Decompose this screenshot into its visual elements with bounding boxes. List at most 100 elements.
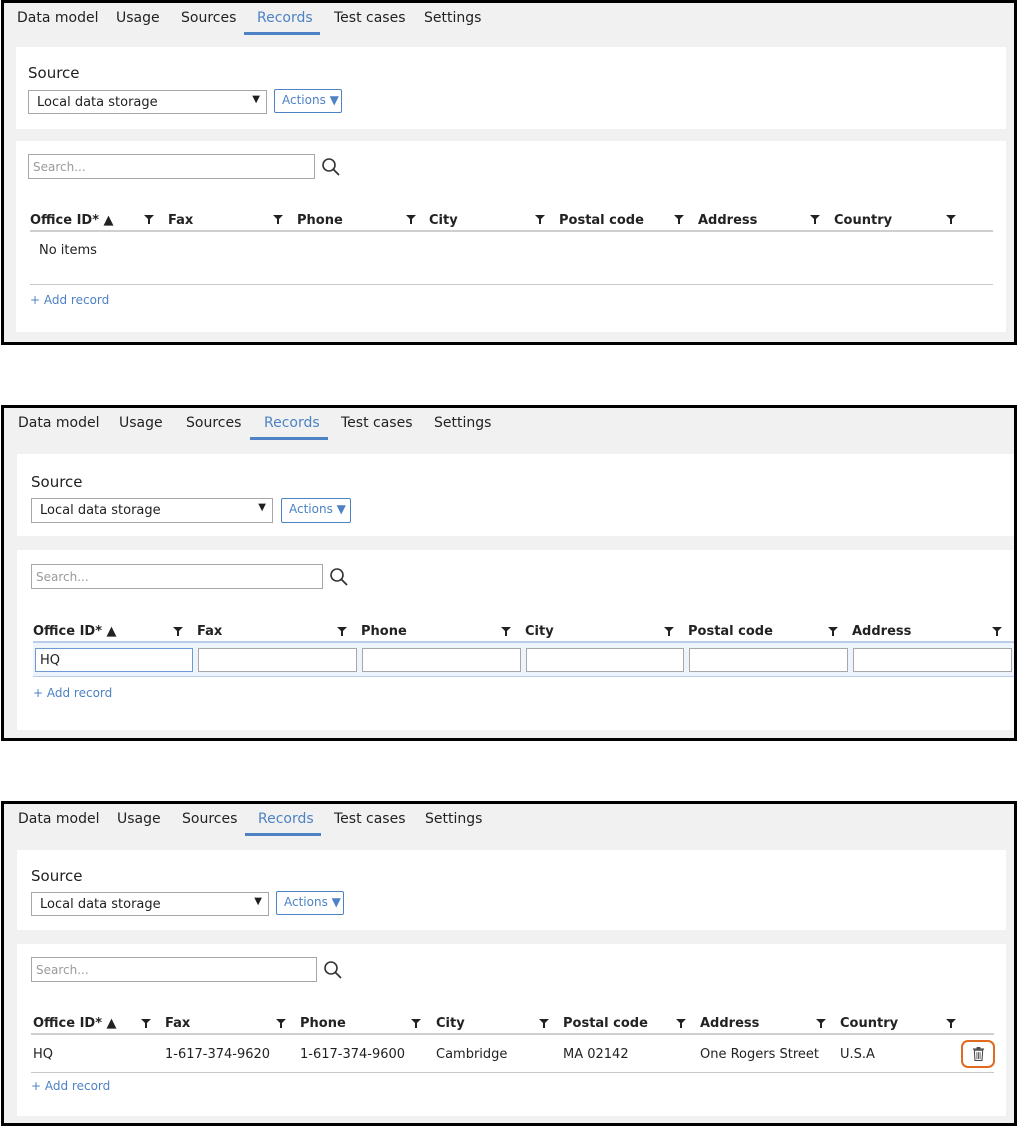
tab-test-cases[interactable]: Test cases <box>334 10 406 32</box>
tab-sources[interactable]: Sources <box>181 10 236 32</box>
search-icon[interactable] <box>321 157 341 177</box>
tab-settings[interactable]: Settings <box>424 10 481 32</box>
records-card: Search... Office ID* ▲ Fax Phone City Po… <box>16 141 1006 332</box>
filter-icon[interactable] <box>337 627 347 637</box>
add-record-link[interactable]: + Add record <box>31 1079 110 1093</box>
actions-button[interactable]: Actions ▼ <box>276 891 344 915</box>
filter-icon[interactable] <box>992 627 1002 637</box>
filter-icon[interactable] <box>173 627 183 637</box>
caret-down-icon: ▼ <box>254 896 262 907</box>
column-header-fax[interactable]: Fax <box>168 213 193 228</box>
filter-icon[interactable] <box>501 627 511 637</box>
filter-icon[interactable] <box>535 215 545 225</box>
add-record-link[interactable]: + Add record <box>30 293 109 307</box>
actions-button[interactable]: Actions ▼ <box>281 498 351 523</box>
cell-country: U.S.A <box>840 1047 875 1062</box>
filter-icon[interactable] <box>664 627 674 637</box>
column-header-postal-code[interactable]: Postal code <box>688 624 773 639</box>
filter-icon[interactable] <box>411 1019 421 1029</box>
cell-address: One Rogers Street <box>700 1047 820 1062</box>
search-input[interactable]: Search... <box>31 564 323 589</box>
filter-icon[interactable] <box>946 1019 956 1029</box>
filter-icon[interactable] <box>273 215 283 225</box>
source-select[interactable]: Local data storage ▼ <box>31 892 269 916</box>
source-select[interactable]: Local data storage ▼ <box>28 90 267 114</box>
tab-data-model[interactable]: Data model <box>18 811 99 833</box>
postal-code-input[interactable] <box>689 648 848 672</box>
search-icon[interactable] <box>329 567 349 587</box>
header-divider <box>30 230 993 232</box>
filter-icon[interactable] <box>276 1019 286 1029</box>
tab-test-cases[interactable]: Test cases <box>341 415 413 437</box>
tab-records[interactable]: Records <box>257 10 313 32</box>
source-label: Source <box>31 867 83 885</box>
tab-sources[interactable]: Sources <box>182 811 237 833</box>
filter-icon[interactable] <box>406 215 416 225</box>
filter-icon[interactable] <box>141 1019 151 1029</box>
column-header-fax[interactable]: Fax <box>165 1016 190 1031</box>
source-select-value: Local data storage <box>40 503 161 518</box>
filter-icon[interactable] <box>816 1019 826 1029</box>
tab-usage[interactable]: Usage <box>117 811 161 833</box>
tab-data-model[interactable]: Data model <box>17 10 98 32</box>
fax-input[interactable] <box>198 648 357 672</box>
source-select[interactable]: Local data storage ▼ <box>31 498 273 523</box>
tab-sources[interactable]: Sources <box>186 415 241 437</box>
column-header-phone[interactable]: Phone <box>300 1016 346 1031</box>
delete-row-button[interactable] <box>961 1040 995 1068</box>
column-header-phone[interactable]: Phone <box>361 624 407 639</box>
tab-settings[interactable]: Settings <box>434 415 491 437</box>
filter-icon[interactable] <box>144 215 154 225</box>
search-input[interactable]: Search... <box>28 154 315 179</box>
empty-message: No items <box>39 243 97 258</box>
add-record-link[interactable]: + Add record <box>33 686 112 700</box>
column-header-address[interactable]: Address <box>698 213 757 228</box>
column-header-city[interactable]: City <box>436 1016 465 1031</box>
city-input[interactable] <box>526 648 684 672</box>
address-input[interactable] <box>853 648 1012 672</box>
records-card: Search... Office ID* ▲ Fax Phone City Po… <box>17 550 1014 730</box>
column-header-address[interactable]: Address <box>852 624 911 639</box>
column-header-city[interactable]: City <box>429 213 458 228</box>
column-header-city[interactable]: City <box>525 624 554 639</box>
tab-records[interactable]: Records <box>258 811 314 833</box>
search-input[interactable]: Search... <box>31 957 317 982</box>
filter-icon[interactable] <box>810 215 820 225</box>
cell-fax: 1-617-374-9620 <box>165 1047 271 1062</box>
office-id-input[interactable]: HQ <box>35 648 193 672</box>
cell-postal-code: MA 02142 <box>563 1047 629 1062</box>
column-header-office-id[interactable]: Office ID* ▲ <box>33 624 117 639</box>
records-card: Search... Office ID* ▲ Fax Phone City Po… <box>17 944 1006 1116</box>
phone-input[interactable] <box>362 648 521 672</box>
table-bottom-divider <box>31 1072 994 1073</box>
column-header-address[interactable]: Address <box>700 1016 759 1031</box>
tab-data-model[interactable]: Data model <box>18 415 99 437</box>
tab-settings[interactable]: Settings <box>425 811 482 833</box>
column-header-office-id[interactable]: Office ID* ▲ <box>30 213 114 228</box>
tab-usage[interactable]: Usage <box>119 415 163 437</box>
active-tab-indicator <box>250 437 328 440</box>
tab-bar: Data model Usage Sources Records Test ca… <box>4 3 1014 41</box>
filter-icon[interactable] <box>674 215 684 225</box>
source-card: Source Local data storage ▼ Actions ▼ <box>17 850 1006 930</box>
column-header-postal-code[interactable]: Postal code <box>563 1016 648 1031</box>
column-header-phone[interactable]: Phone <box>297 213 343 228</box>
records-panel-saved: Data model Usage Sources Records Test ca… <box>1 801 1017 1126</box>
filter-icon[interactable] <box>539 1019 549 1029</box>
column-header-fax[interactable]: Fax <box>197 624 222 639</box>
column-header-office-id[interactable]: Office ID* ▲ <box>33 1016 117 1031</box>
column-header-postal-code[interactable]: Postal code <box>559 213 644 228</box>
search-icon[interactable] <box>323 960 343 980</box>
source-select-value: Local data storage <box>40 897 161 912</box>
column-header-country[interactable]: Country <box>840 1016 898 1031</box>
column-header-country[interactable]: Country <box>834 213 892 228</box>
tab-usage[interactable]: Usage <box>116 10 160 32</box>
tab-test-cases[interactable]: Test cases <box>334 811 406 833</box>
filter-icon[interactable] <box>676 1019 686 1029</box>
tab-bar: Data model Usage Sources Records Test ca… <box>4 804 1014 842</box>
filter-icon[interactable] <box>828 627 838 637</box>
filter-icon[interactable] <box>946 215 956 225</box>
tab-records[interactable]: Records <box>264 415 320 437</box>
actions-button[interactable]: Actions ▼ <box>274 89 342 113</box>
table-bottom-divider <box>30 284 993 285</box>
